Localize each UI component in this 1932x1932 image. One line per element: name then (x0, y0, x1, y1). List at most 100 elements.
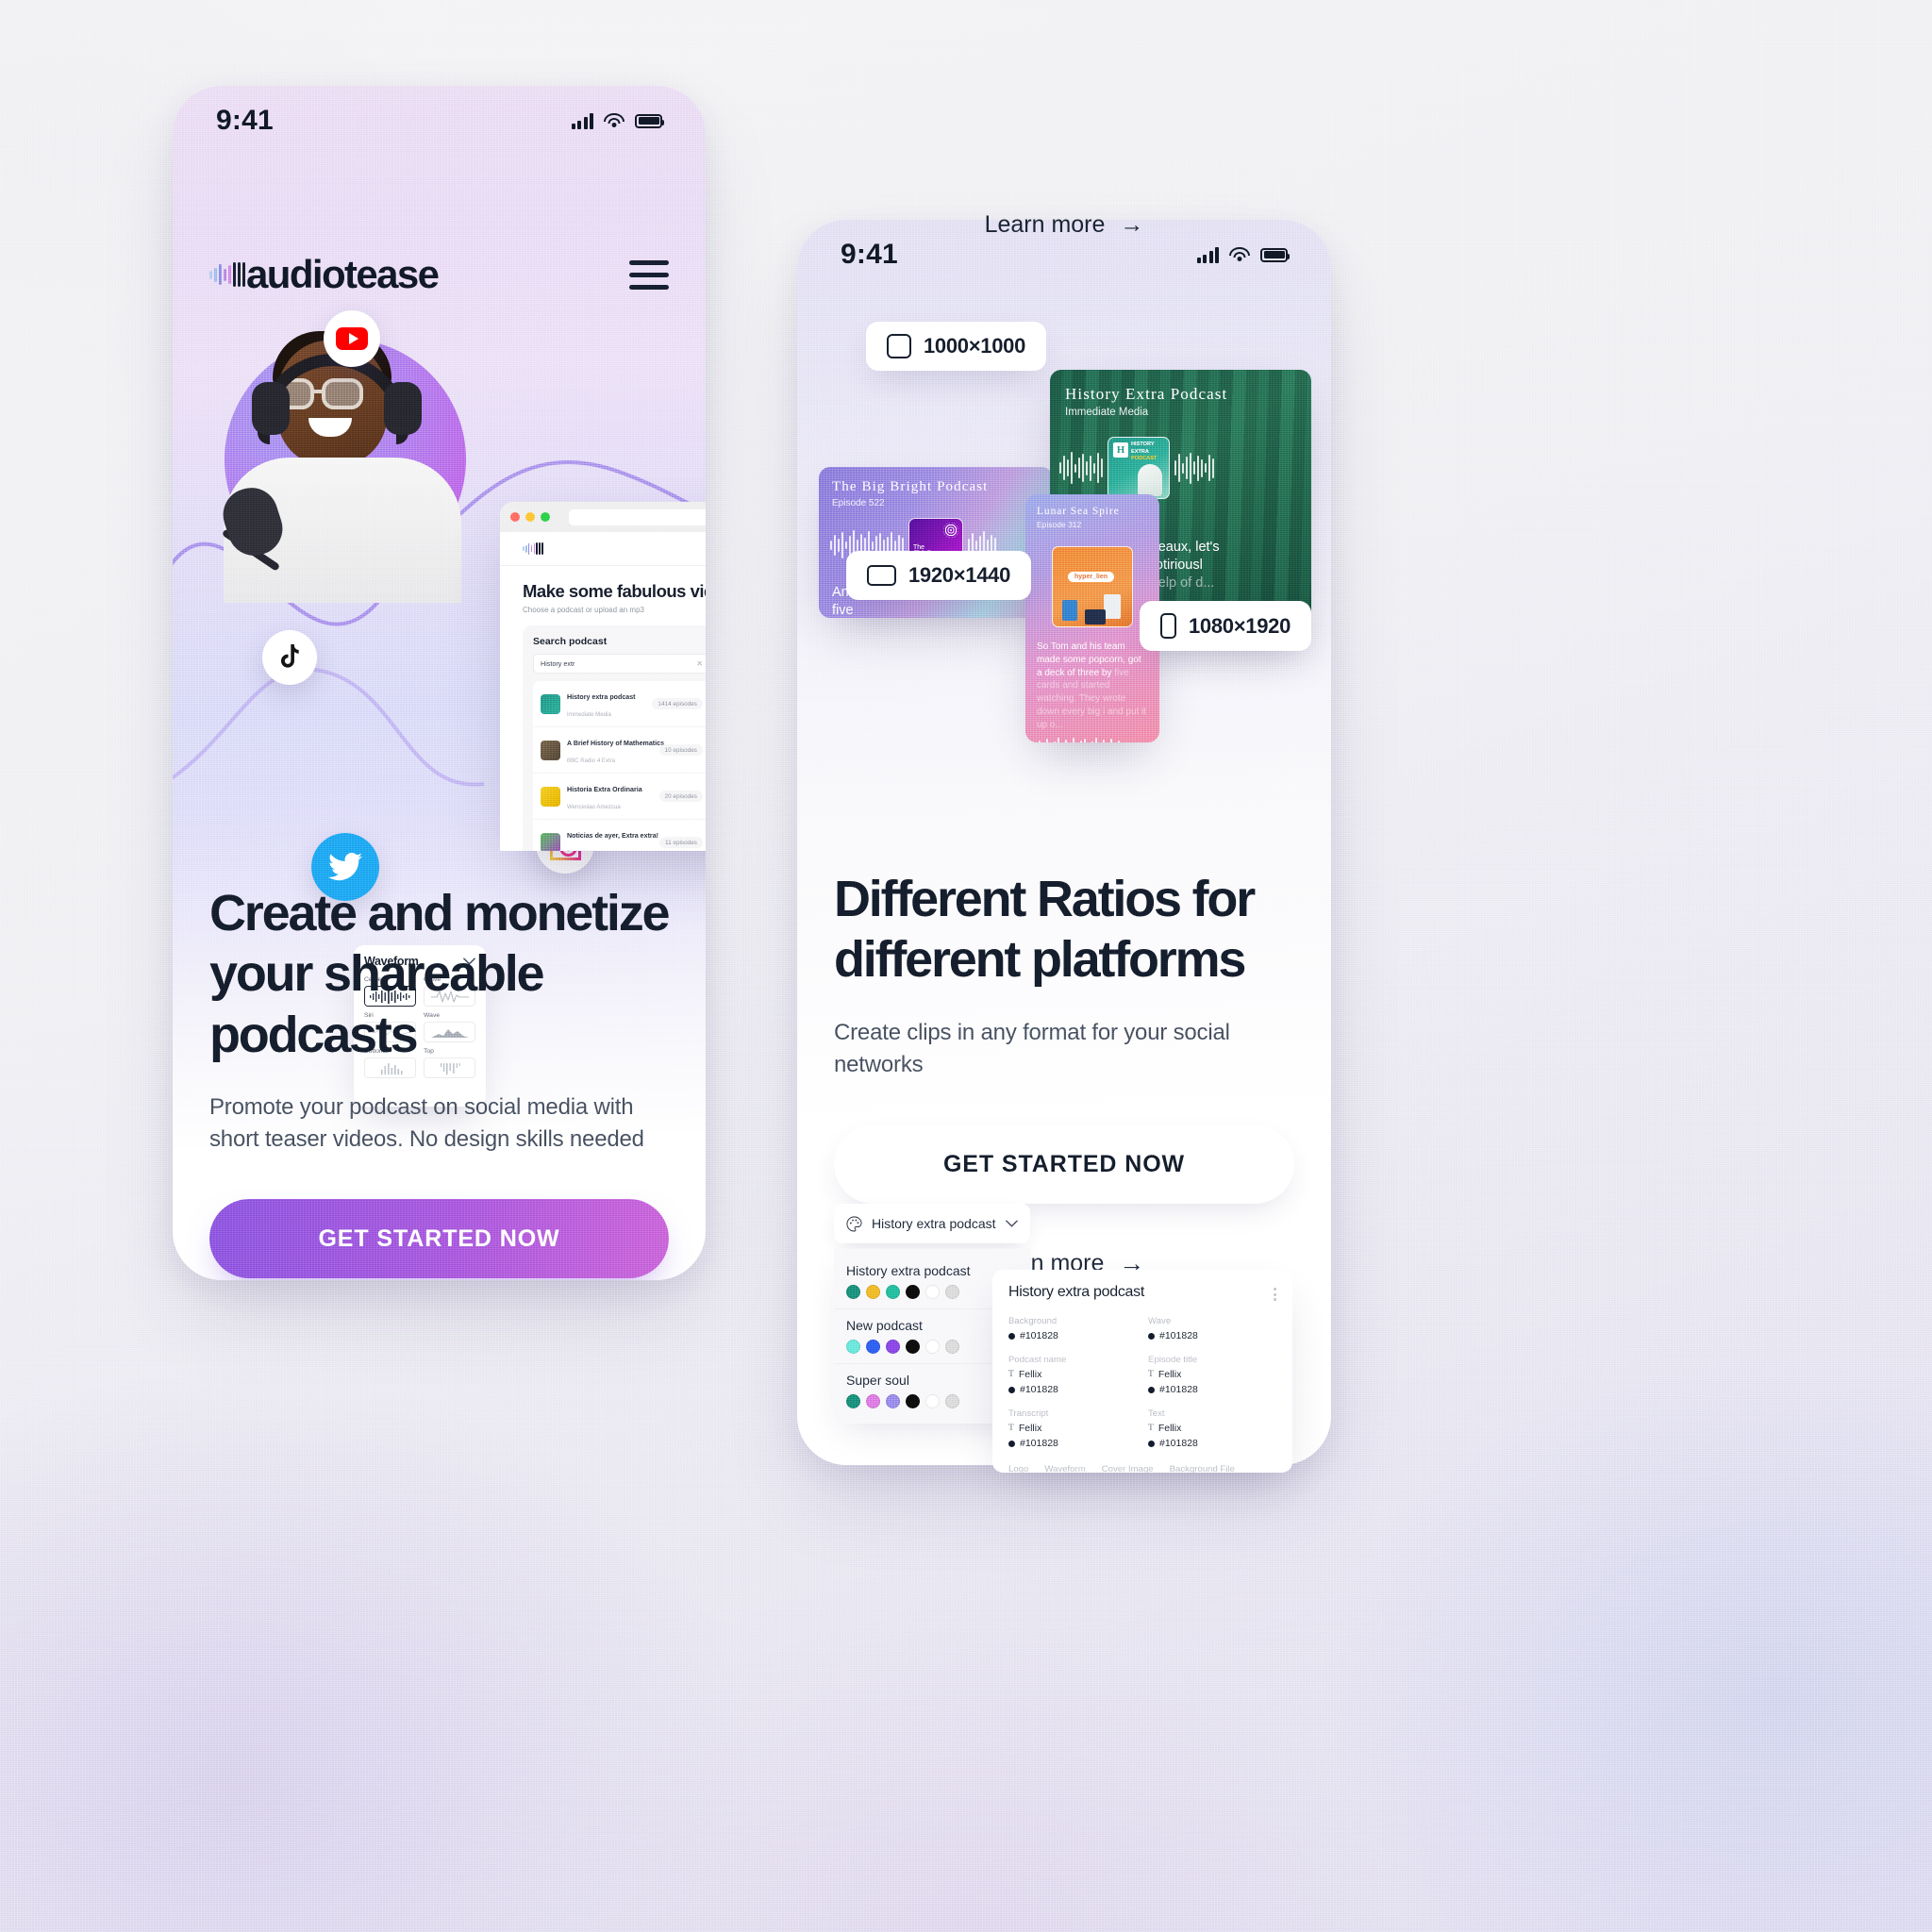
status-bar-left: 9:41 (173, 86, 706, 156)
ratio-label: 1080×1920 (1189, 613, 1291, 638)
app-logo-icon[interactable] (523, 542, 543, 555)
field-text[interactable]: Text T Fellix #101828 (1148, 1408, 1276, 1449)
field-episode-title[interactable]: Episode title T Fellix #101828 (1148, 1355, 1276, 1395)
field-label: Podcast name (1008, 1355, 1067, 1365)
table-row[interactable]: A Brief History of Mathematics BBC Radio… (533, 727, 706, 774)
brand-bar: audiotease (173, 252, 706, 297)
app-nav: Videos Brand kit (500, 532, 706, 566)
clear-x-icon[interactable]: ✕ (696, 659, 703, 668)
status-icons (1196, 246, 1290, 263)
app-body: Make some fabulous videos Choose a podca… (500, 566, 706, 851)
tab-cover-image[interactable]: Cover Image (1102, 1464, 1154, 1473)
ratio-chip-1080x1920[interactable]: 1080×1920 (1140, 601, 1312, 651)
brand-logo[interactable]: audiotease (209, 252, 440, 297)
podcast-name: Historia Extra Ordinaria (567, 786, 642, 793)
clip-episode: Immediate Media (1065, 407, 1149, 418)
field-label: Background (1008, 1316, 1058, 1326)
color-dot (1148, 1440, 1155, 1447)
art-shape (1062, 600, 1077, 621)
more-vertical-icon[interactable] (1274, 1284, 1276, 1301)
color-dot (1008, 1332, 1015, 1340)
color-hex: #101828 (1159, 1330, 1198, 1341)
table-row[interactable]: Noticias de ayer, Extra extra! Paula Mrt… (533, 820, 706, 851)
podcast-author: Immediate Media (567, 711, 611, 718)
get-started-button[interactable]: GET STARTED NOW (834, 1124, 1294, 1205)
color-hex: #101828 (1020, 1330, 1058, 1341)
color-dot (1148, 1386, 1155, 1393)
arrow-right-icon: → (1120, 211, 1144, 238)
app-page-subtitle: Choose a podcast or upload an mp3 (523, 606, 644, 614)
get-started-button[interactable]: GET STARTED NOW (209, 1199, 669, 1279)
tiktok-icon[interactable] (262, 630, 317, 685)
podcast-episode-count: 1414 episodes (652, 698, 703, 709)
square-ratio-icon (887, 334, 911, 358)
close-red-icon[interactable] (510, 512, 520, 522)
hero-copy-left: Create and monetize your shareable podca… (173, 883, 706, 1280)
font-name: Fellix (1158, 1423, 1182, 1434)
color-hex: #101828 (1159, 1438, 1198, 1449)
field-font-value: T Fellix (1148, 1423, 1276, 1434)
field-color-value: #101828 (1008, 1384, 1137, 1395)
tab-logo[interactable]: Logo (1008, 1464, 1028, 1473)
battery-full-icon (1260, 247, 1290, 262)
ratio-chip-1920x1440[interactable]: 1920×1440 (846, 551, 1032, 600)
learn-more-label: Learn more (984, 211, 1106, 238)
detail-card-footer-tabs: Logo Waveform Cover Image Background Fil… (1008, 1464, 1276, 1473)
landscape-ratio-icon (867, 565, 896, 586)
color-dot (1008, 1440, 1015, 1447)
field-transcript[interactable]: Transcript T Fellix #101828 (1008, 1408, 1137, 1449)
podcast-meta: Historia Extra Ordinaria Wenceslao Amezc… (567, 779, 653, 813)
field-background[interactable]: Background #101828 (1008, 1316, 1137, 1341)
podcast-meta: A Brief History of Mathematics BBC Radio… (567, 733, 664, 767)
clip-title: History Extra Podcast (1065, 385, 1228, 403)
field-color-value: #101828 (1148, 1330, 1276, 1341)
color-dot (1008, 1386, 1015, 1393)
wifi-icon (604, 113, 625, 128)
table-row[interactable]: Historia Extra Ordinaria Wenceslao Amezc… (533, 774, 706, 820)
minimize-yellow-icon[interactable] (525, 512, 535, 522)
podcast-episode-count: 20 episodes (658, 791, 703, 802)
browser-url-bar[interactable] (569, 508, 706, 525)
learn-more-top-link[interactable]: Learn more → (797, 211, 1331, 239)
clip-episode: Episode 312 (1037, 520, 1082, 529)
palette-selector[interactable]: History extra podcast (834, 1204, 1030, 1243)
twitter-bird-glyph (328, 853, 362, 881)
tab-background-file[interactable]: Background File (1170, 1464, 1235, 1473)
field-font-value: T Fellix (1148, 1369, 1276, 1380)
search-input[interactable]: History extr ✕ (533, 654, 706, 674)
portrait-ratio-icon (1160, 613, 1176, 639)
page-subtitle: Promote your podcast on social media wit… (209, 1093, 644, 1153)
podcast-thumbnail (541, 832, 560, 851)
hamburger-menu-icon[interactable] (629, 259, 669, 290)
youtube-icon[interactable] (324, 310, 380, 367)
field-podcast-name[interactable]: Podcast name T Fellix #101828 (1008, 1355, 1137, 1395)
art-label-3: PODCAST (1131, 456, 1158, 462)
palette-selected-value: History extra podcast (872, 1216, 996, 1231)
table-row[interactable]: History extra podcast Immediate Media 14… (533, 681, 706, 727)
tab-waveform[interactable]: Waveform (1044, 1464, 1085, 1473)
ratio-chip-1000x1000[interactable]: 1000×1000 (866, 322, 1047, 371)
waveform-visualization (1035, 737, 1124, 742)
zoom-green-icon[interactable] (541, 512, 550, 522)
field-font-value: T Fellix (1008, 1423, 1137, 1434)
field-label: Wave (1148, 1316, 1172, 1326)
color-hex: #101828 (1159, 1384, 1198, 1395)
field-wave[interactable]: Wave #101828 (1148, 1316, 1276, 1341)
bright-badge-icon (943, 523, 958, 538)
waveform-visualization (1059, 449, 1103, 487)
chevron-down-icon[interactable] (1006, 1220, 1018, 1227)
ratio-collage: The Big Bright Podcast Episode 522 The B… (797, 291, 1331, 820)
hero-collage-left: History extra podcast Immediate Media 14… (173, 293, 706, 1107)
ratio-label: 1000×1000 (924, 334, 1026, 358)
browser-window-mockup: Videos Brand kit Make some fabulous vide… (500, 502, 706, 851)
album-art: hyper_lien (1052, 546, 1133, 627)
status-time: 9:41 (841, 239, 898, 270)
text-type-icon: T (1148, 1424, 1154, 1433)
text-type-icon: T (1008, 1370, 1014, 1379)
bust-illustration (1138, 464, 1162, 496)
podcast-results-list: History extra podcast Immediate Media 14… (533, 681, 706, 851)
podcast-name: History extra podcast (567, 693, 636, 701)
art-shape (1104, 594, 1121, 619)
field-color-value: #101828 (1148, 1438, 1276, 1449)
text-type-icon: T (1008, 1424, 1014, 1433)
